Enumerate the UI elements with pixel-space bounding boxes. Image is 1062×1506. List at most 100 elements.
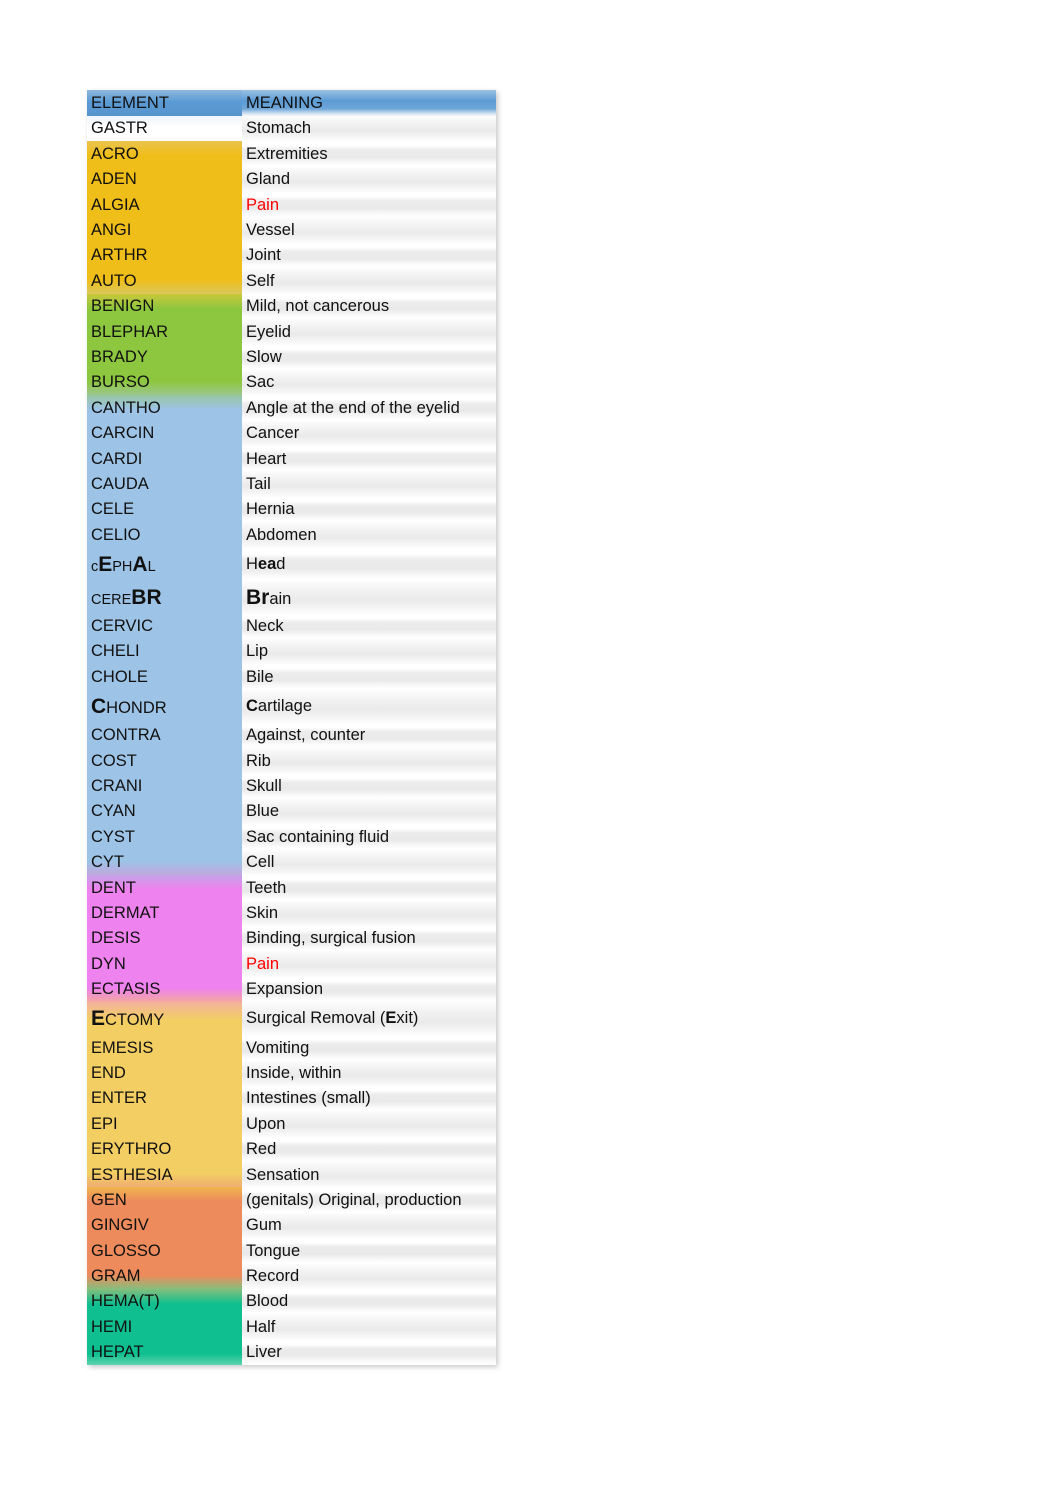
element-cell: DENT bbox=[87, 875, 242, 901]
meaning-cell: Cartilage bbox=[242, 689, 496, 723]
table-row: DESIS Binding, surgical fusion bbox=[87, 925, 496, 952]
meaning-cell: Stomach bbox=[242, 116, 496, 142]
table-row: GINGIV Gum bbox=[87, 1212, 496, 1239]
meaning-cell: Extremities bbox=[242, 141, 496, 167]
table-row: GASTR Stomach bbox=[87, 116, 496, 142]
element-cell: CELIO bbox=[87, 522, 242, 548]
meaning-cell: Cancer bbox=[242, 420, 496, 447]
element-cell: GINGIV bbox=[87, 1212, 242, 1239]
table-row: CARDI Heart bbox=[87, 446, 496, 472]
meaning-cell: Cell bbox=[242, 849, 496, 876]
element-cell: EMESIS bbox=[87, 1035, 242, 1061]
element-cell: CYT bbox=[87, 849, 242, 876]
element-cell: HEPAT bbox=[87, 1339, 242, 1366]
element-cell: CONTRA bbox=[87, 722, 242, 749]
table-row: CYST Sac containing fluid bbox=[87, 824, 496, 850]
table-row: CYT Cell bbox=[87, 849, 496, 876]
element-cell: ADEN bbox=[87, 166, 242, 193]
element-cell: CYST bbox=[87, 824, 242, 850]
meaning-cell: Mild, not cancerous bbox=[242, 293, 496, 320]
meaning-cell: Angle at the end of the eyelid bbox=[242, 395, 496, 421]
table-row: CYAN Blue bbox=[87, 798, 496, 825]
table-row: ESTHESIA Sensation bbox=[87, 1162, 496, 1188]
meaning-cell: Upon bbox=[242, 1111, 496, 1137]
meaning-cell: Sensation bbox=[242, 1162, 496, 1188]
element-cell: DESIS bbox=[87, 925, 242, 952]
meaning-cell: Vomiting bbox=[242, 1035, 496, 1061]
table-row: GEN (genitals) Original, production bbox=[87, 1187, 496, 1213]
element-cell: ARTHR bbox=[87, 242, 242, 269]
meaning-cell: Eyelid bbox=[242, 319, 496, 345]
meaning-cell: Sac containing fluid bbox=[242, 824, 496, 850]
element-cell: ACRO bbox=[87, 141, 242, 167]
table-row: BENIGN Mild, not cancerous bbox=[87, 293, 496, 320]
meaning-cell: Surgical Removal (Exit) bbox=[242, 1002, 496, 1036]
table-row: GRAM Record bbox=[87, 1263, 496, 1290]
table-row: BURSO Sac bbox=[87, 369, 496, 396]
element-cell: COST bbox=[87, 748, 242, 774]
table-row: GLOSSO Tongue bbox=[87, 1238, 496, 1264]
table-row: ARTHR Joint bbox=[87, 242, 496, 269]
element-cell: CHELI bbox=[87, 639, 242, 665]
meaning-cell: Intestines (small) bbox=[242, 1085, 496, 1112]
element-cell: ECTOMY bbox=[87, 1002, 242, 1036]
element-cell: cEPHAL bbox=[87, 547, 242, 581]
meaning-cell: Slow bbox=[242, 344, 496, 370]
table-row: DERMAT Skin bbox=[87, 900, 496, 926]
table-row: ENTER Intestines (small) bbox=[87, 1085, 496, 1112]
table-row: ANGI Vessel bbox=[87, 217, 496, 243]
table-row: EPI Upon bbox=[87, 1111, 496, 1137]
table-row: BRADY Slow bbox=[87, 344, 496, 370]
element-cell: BENIGN bbox=[87, 293, 242, 320]
meaning-cell: Half bbox=[242, 1314, 496, 1340]
meaning-cell: Expansion bbox=[242, 976, 496, 1003]
meaning-cell: Record bbox=[242, 1263, 496, 1290]
meaning-cell: Self bbox=[242, 268, 496, 294]
meaning-cell: Red bbox=[242, 1136, 496, 1163]
element-cell: HEMI bbox=[87, 1314, 242, 1340]
table-row: DYN Pain bbox=[87, 951, 496, 977]
meaning-cell: Brain bbox=[242, 580, 496, 614]
meaning-cell: Against, counter bbox=[242, 722, 496, 749]
table-row: CONTRA Against, counter bbox=[87, 722, 496, 749]
table-row: CEREBR Brain bbox=[87, 580, 496, 614]
element-cell: CHOLE bbox=[87, 664, 242, 690]
element-cell: ERYTHRO bbox=[87, 1136, 242, 1163]
meaning-cell: Blood bbox=[242, 1289, 496, 1315]
meaning-cell: Inside, within bbox=[242, 1060, 496, 1086]
element-cell: DERMAT bbox=[87, 900, 242, 926]
meaning-cell: Abdomen bbox=[242, 522, 496, 548]
meaning-cell: Hernia bbox=[242, 496, 496, 523]
table-row: HEMI Half bbox=[87, 1314, 496, 1340]
meaning-cell: Bile bbox=[242, 664, 496, 690]
meaning-cell: Tail bbox=[242, 471, 496, 497]
element-cell: CHONDR bbox=[87, 689, 242, 723]
element-cell: ESTHESIA bbox=[87, 1162, 242, 1188]
table-row: HEMA(T) Blood bbox=[87, 1289, 496, 1315]
element-cell: AUTO bbox=[87, 268, 242, 294]
element-cell: GLOSSO bbox=[87, 1238, 242, 1264]
column-header-meaning: MEANING bbox=[242, 90, 496, 116]
meaning-cell: Tongue bbox=[242, 1238, 496, 1264]
element-cell: EPI bbox=[87, 1111, 242, 1137]
meaning-cell: Neck bbox=[242, 613, 496, 640]
element-cell: CARDI bbox=[87, 446, 242, 472]
meaning-cell: Heart bbox=[242, 446, 496, 472]
table-row: CARCIN Cancer bbox=[87, 420, 496, 447]
meaning-cell: Sac bbox=[242, 369, 496, 396]
element-cell: ENTER bbox=[87, 1085, 242, 1112]
table-row: ECTASIS Expansion bbox=[87, 976, 496, 1003]
element-cell: CEREBR bbox=[87, 580, 242, 614]
table-row: ADEN Gland bbox=[87, 166, 496, 193]
table-row: CAUDA Tail bbox=[87, 471, 496, 497]
medical-terminology-table: ELEMENT MEANING GASTR Stomach ACRO Extremitie… bbox=[87, 90, 496, 1366]
element-cell: CERVIC bbox=[87, 613, 242, 640]
element-cell: CARCIN bbox=[87, 420, 242, 447]
table-row: CANTHO Angle at the end of the eyelid bbox=[87, 395, 496, 421]
element-cell: DYN bbox=[87, 951, 242, 977]
table-row: CHELI Lip bbox=[87, 639, 496, 665]
meaning-cell: Gland bbox=[242, 166, 496, 193]
element-cell: CRANI bbox=[87, 773, 242, 799]
element-cell: CYAN bbox=[87, 798, 242, 825]
table-row: CRANI Skull bbox=[87, 773, 496, 799]
